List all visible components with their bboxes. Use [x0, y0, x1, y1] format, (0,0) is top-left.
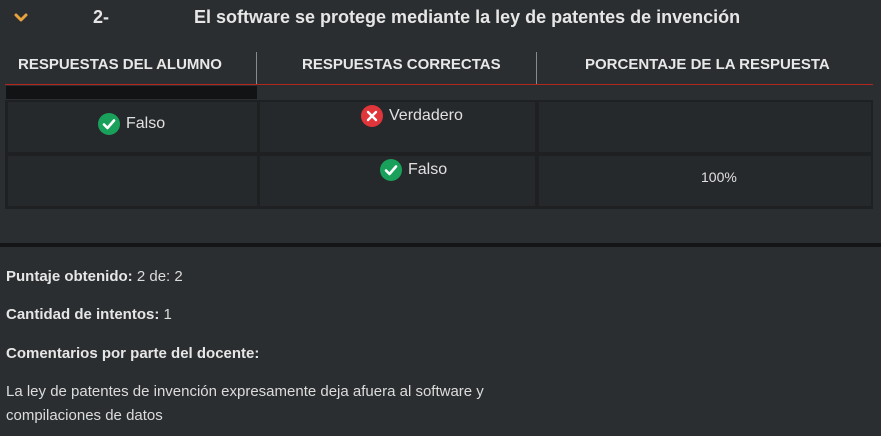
score-value: 2 de: 2 [136, 268, 183, 285]
table-cell [539, 102, 871, 152]
attempts-value: 1 [163, 306, 172, 323]
attempts-line: Cantidad de intentos: 1 [6, 306, 172, 323]
teacher-comment: La ley de patentes de invención expresam… [6, 383, 484, 424]
column-header-porcentaje: PORCENTAJE DE LA RESPUESTA [585, 56, 830, 73]
answer-percentage: 100% [701, 169, 737, 185]
column-divider [256, 52, 257, 85]
comments-heading: Comentarios por parte del docente: [6, 345, 259, 362]
comments-label: Comentarios por parte del docente: [6, 345, 260, 362]
correct-answer-text: Verdadero [389, 107, 463, 124]
column-header-alumno: RESPUESTAS DEL ALUMNO [18, 56, 222, 73]
header-underline [5, 84, 873, 85]
table-cell [8, 156, 257, 206]
score-label: Puntaje obtenido: [6, 268, 133, 285]
check-circle-icon [98, 113, 120, 135]
correct-answer: Verdadero [361, 105, 463, 127]
active-column-indicator [6, 86, 257, 99]
student-answer-text: Falso [126, 115, 166, 132]
x-circle-icon [361, 105, 383, 127]
correct-answer-text: Falso [408, 161, 448, 178]
column-header-correctas: RESPUESTAS CORRECTAS [302, 56, 501, 73]
question-header[interactable]: 2- El software se protege mediante la le… [0, 0, 881, 38]
correct-answer: Falso [380, 159, 447, 181]
column-divider [536, 52, 537, 85]
section-divider [0, 243, 881, 247]
score-line: Puntaje obtenido: 2 de: 2 [6, 268, 183, 285]
attempts-label: Cantidad de intentos: [6, 306, 160, 323]
student-answer: Falso [98, 113, 165, 135]
chevron-down-icon[interactable] [13, 11, 29, 23]
check-circle-icon [380, 159, 402, 181]
question-title: El software se protege mediante la ley d… [194, 7, 741, 27]
question-number: 2- [93, 7, 110, 27]
